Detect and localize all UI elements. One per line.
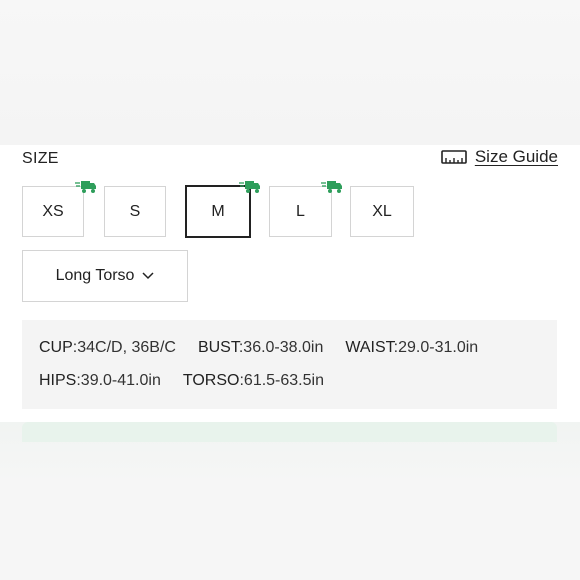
size-option-label: S bbox=[129, 202, 141, 220]
size-heading: SIZE bbox=[22, 150, 59, 167]
torso-length-select[interactable]: Long Torso bbox=[22, 250, 188, 302]
fast-shipping-truck-icon bbox=[321, 181, 342, 193]
measurement-hips: HIPS:39.0-41.0in bbox=[39, 372, 161, 390]
fast-shipping-truck-icon bbox=[239, 181, 260, 193]
size-option-label: XS bbox=[42, 202, 64, 220]
ruler-icon bbox=[441, 150, 467, 164]
measurement-key: TORSO bbox=[182, 372, 240, 389]
measurement-value: :29.0-31.0in bbox=[393, 339, 479, 356]
page-top-background bbox=[0, 0, 580, 145]
measurements-row: HIPS:39.0-41.0in TORSO:61.5-63.5in bbox=[39, 372, 346, 390]
measurement-key: HIPS bbox=[39, 372, 77, 389]
measurement-value: :36.0-38.0in bbox=[238, 339, 324, 356]
measurement-waist: WAIST:29.0-31.0in bbox=[345, 339, 478, 357]
measurement-cup: CUP:34C/D, 36B/C bbox=[39, 339, 176, 357]
measurement-bust: BUST:36.0-38.0in bbox=[198, 339, 323, 357]
measurement-value: :61.5-63.5in bbox=[239, 372, 324, 389]
measurement-key: CUP bbox=[39, 339, 73, 356]
measurement-key: WAIST bbox=[345, 339, 394, 356]
torso-length-value: Long Torso bbox=[55, 267, 135, 284]
size-option-label: L bbox=[296, 202, 305, 220]
size-option-label: M bbox=[211, 202, 225, 220]
fast-shipping-truck-icon bbox=[75, 181, 96, 193]
measurement-value: :34C/D, 36B/C bbox=[72, 339, 176, 356]
size-option-label: XL bbox=[372, 202, 392, 220]
notice-banner-edge bbox=[22, 422, 557, 442]
chevron-down-icon bbox=[142, 272, 154, 280]
measurement-key: BUST bbox=[197, 339, 239, 356]
size-measurements: CUP:34C/D, 36B/C BUST:36.0-38.0in WAIST:… bbox=[22, 320, 557, 409]
measurement-value: :39.0-41.0in bbox=[76, 372, 161, 389]
size-guide-link[interactable]: Size Guide bbox=[441, 147, 558, 167]
size-guide-label: Size Guide bbox=[474, 147, 558, 166]
size-option-s[interactable]: S bbox=[104, 186, 166, 237]
measurements-row: CUP:34C/D, 36B/C BUST:36.0-38.0in WAIST:… bbox=[39, 339, 500, 357]
measurement-torso: TORSO:61.5-63.5in bbox=[183, 372, 324, 390]
page-bottom-background bbox=[0, 422, 580, 580]
size-option-xl[interactable]: XL bbox=[350, 186, 414, 237]
